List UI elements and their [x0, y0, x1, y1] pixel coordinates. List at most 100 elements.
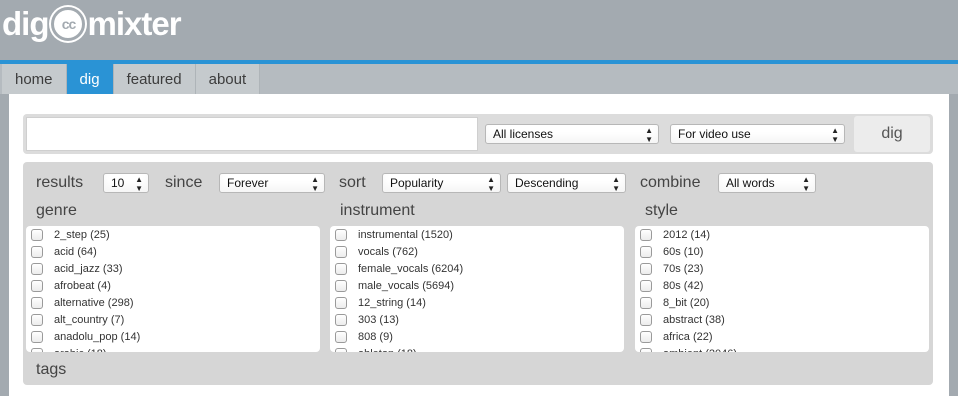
tags-heading: tags [36, 361, 67, 378]
filter-item[interactable]: 8_bit (20) [635, 294, 929, 311]
dig-button[interactable]: dig [854, 116, 930, 152]
filter-item[interactable]: anadolu_pop (14) [26, 328, 320, 345]
checkbox[interactable] [640, 228, 652, 241]
filter-item[interactable]: male_vocals (5694) [330, 277, 624, 294]
license-select[interactable]: All licenses ▲ ▼ [485, 124, 659, 144]
filter-item[interactable]: vocals (762) [330, 243, 624, 260]
use-select[interactable]: For video use ▲ ▼ [670, 124, 845, 144]
tab-home[interactable]: home [2, 64, 67, 94]
filter-item-label: 70s (23) [663, 262, 704, 275]
filter-item-label: 60s (10) [663, 245, 704, 258]
filter-item-label: ableton (18) [358, 348, 417, 353]
since-label: since [165, 174, 203, 191]
checkbox[interactable] [640, 245, 652, 258]
filter-item[interactable]: alternative (298) [26, 294, 320, 311]
filter-item[interactable]: alt_country (7) [26, 311, 320, 328]
checkbox[interactable] [31, 347, 43, 352]
filter-item-label: instrumental (1520) [358, 228, 453, 241]
filter-item-label: acid_jazz (33) [54, 262, 123, 275]
checkbox[interactable] [31, 262, 43, 275]
tab-featured[interactable]: featured [113, 64, 196, 94]
filter-item-label: acid (64) [54, 245, 97, 258]
checkbox[interactable] [640, 296, 652, 309]
filter-item-label: abstract (38) [663, 313, 725, 326]
select-arrows-icon: ▲ ▼ [645, 126, 653, 144]
checkbox[interactable] [335, 330, 347, 343]
filter-item[interactable]: 2_step (25) [26, 226, 320, 243]
filter-item[interactable]: 60s (10) [635, 243, 929, 260]
filter-item[interactable]: ambient (2046) [635, 345, 929, 352]
search-input[interactable] [26, 117, 478, 151]
checkbox[interactable] [335, 262, 347, 275]
filter-item-label: female_vocals (6204) [358, 262, 464, 275]
filter-item[interactable]: arabic (18) [26, 345, 320, 352]
checkbox[interactable] [640, 262, 652, 275]
select-arrows-icon: ▲ ▼ [487, 175, 495, 193]
filter-item-label: male_vocals (5694) [358, 279, 454, 292]
checkbox[interactable] [335, 296, 347, 309]
checkbox[interactable] [31, 245, 43, 258]
instrument-heading: instrument [340, 202, 415, 219]
filter-panel: results 10 ▲ ▼ since Forever ▲ ▼ sort Popu… [23, 162, 933, 385]
checkbox[interactable] [335, 245, 347, 258]
filter-item[interactable]: 80s (42) [635, 277, 929, 294]
filter-item[interactable]: acid_jazz (33) [26, 260, 320, 277]
sort-label: sort [339, 174, 366, 191]
filter-item-label: 808 (9) [358, 330, 393, 343]
filter-item[interactable]: female_vocals (6204) [330, 260, 624, 277]
select-arrows-icon: ▲ ▼ [831, 126, 839, 144]
filter-item[interactable]: ableton (18) [330, 345, 624, 352]
filter-item-label: 2012 (14) [663, 228, 711, 241]
site-logo[interactable]: dig cc mixter [2, 4, 187, 44]
results-label: results [36, 174, 84, 191]
filter-item-label: alt_country (7) [54, 313, 125, 326]
instrument-list[interactable]: instrumental (1520) vocals (762) female_vo… [330, 226, 624, 352]
checkbox[interactable] [335, 347, 347, 352]
checkbox[interactable] [640, 313, 652, 326]
filter-item[interactable]: 808 (9) [330, 328, 624, 345]
filter-item[interactable]: acid (64) [26, 243, 320, 260]
checkbox[interactable] [640, 330, 652, 343]
checkbox[interactable] [335, 228, 347, 241]
order-select[interactable]: Descending ▲ ▼ [507, 173, 626, 193]
checkbox[interactable] [31, 330, 43, 343]
filter-item-label: ambient (2046) [663, 348, 737, 353]
combine-select[interactable]: All words ▲ ▼ [718, 173, 816, 193]
filter-item[interactable]: instrumental (1520) [330, 226, 624, 243]
logo-text-dig: dig [2, 5, 49, 42]
checkbox[interactable] [31, 279, 43, 292]
select-arrows-icon: ▲ ▼ [311, 175, 319, 193]
results-select[interactable]: 10 ▲ ▼ [103, 173, 149, 193]
tab-about[interactable]: about [195, 64, 261, 94]
filter-item[interactable]: afrobeat (4) [26, 277, 320, 294]
filter-item[interactable]: africa (22) [635, 328, 929, 345]
filter-item[interactable]: 12_string (14) [330, 294, 624, 311]
search-bar: All licenses ▲ ▼ For video use ▲ ▼ dig [23, 114, 933, 154]
cc-logo-icon: cc [51, 7, 86, 41]
filter-item-label: africa (22) [663, 330, 713, 343]
tab-dig[interactable]: dig [66, 64, 114, 94]
combine-label: combine [640, 174, 701, 191]
checkbox[interactable] [31, 228, 43, 241]
logo-text-mixter: mixter [87, 5, 187, 42]
checkbox[interactable] [31, 296, 43, 309]
filter-item[interactable]: 303 (13) [330, 311, 624, 328]
checkbox[interactable] [31, 313, 43, 326]
filter-item-label: vocals (762) [358, 245, 418, 258]
select-arrows-icon: ▲ ▼ [802, 175, 810, 193]
checkbox[interactable] [640, 279, 652, 292]
filter-item[interactable]: 70s (23) [635, 260, 929, 277]
style-list[interactable]: 2012 (14) 60s (10) 70s (23) 80s (42) 8_bit (… [635, 226, 929, 352]
filter-item[interactable]: 2012 (14) [635, 226, 929, 243]
checkbox[interactable] [640, 347, 652, 352]
genre-list[interactable]: 2_step (25) acid (64) acid_jazz (33) afrobe… [26, 226, 320, 352]
filter-item-label: 303 (13) [358, 313, 399, 326]
main-content: All licenses ▲ ▼ For video use ▲ ▼ dig res… [9, 94, 949, 396]
filter-item[interactable]: abstract (38) [635, 311, 929, 328]
checkbox[interactable] [335, 313, 347, 326]
since-select[interactable]: Forever ▲ ▼ [219, 173, 325, 193]
sort-select[interactable]: Popularity ▲ ▼ [382, 173, 501, 193]
select-arrows-icon: ▲ ▼ [135, 175, 143, 193]
select-arrows-icon: ▲ ▼ [612, 175, 620, 193]
checkbox[interactable] [335, 279, 347, 292]
